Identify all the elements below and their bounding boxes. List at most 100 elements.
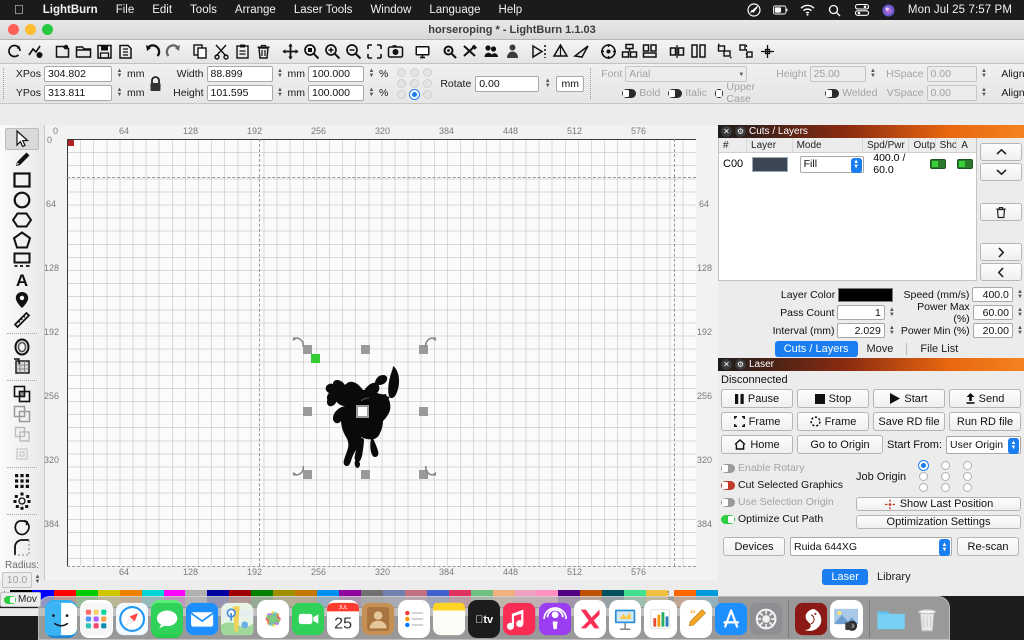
menu-language[interactable]: Language [420,0,489,20]
tab-library[interactable]: Library [868,569,920,585]
menu-edit[interactable]: Edit [143,0,181,20]
import-icon[interactable] [52,41,73,63]
tab-cuts-layers[interactable]: Cuts / Layers [774,341,858,357]
use-selection-origin-checkbox[interactable]: Use Selection Origin [721,496,850,508]
handle-bottom-center[interactable] [361,470,370,479]
open-folder-icon[interactable] [73,41,94,63]
row-spd-pwr[interactable]: 400.0 / 60.0 [869,152,920,176]
zoom-out-icon[interactable] [343,41,364,63]
dock-item-contacts[interactable] [362,600,395,638]
gear-icon[interactable]: ⚙ [735,126,746,137]
rotate-handle-bottom-left[interactable] [291,463,305,477]
boolean-subtract-tool[interactable] [5,404,39,424]
width-percent-input[interactable]: 100.000 [308,66,364,82]
text-height-stepper[interactable]: ▲ ▼ [869,66,878,82]
xpos-stepper[interactable]: ▲ ▼ [115,66,124,82]
cut-icon[interactable] [211,41,232,63]
output-toggle-icon[interactable] [929,159,946,169]
tab-file-list[interactable]: File List [911,341,967,357]
set-origin-icon[interactable] [598,41,619,63]
dock-item-notes[interactable] [432,600,465,638]
stop-button[interactable]: Stop [797,389,869,408]
dock-item-music[interactable] [503,600,536,638]
menu-tools[interactable]: Tools [181,0,226,20]
menubar-clock[interactable]: Mon Jul 25 7:57 PM [908,4,1012,16]
job-origin-bottom-left[interactable] [918,483,928,492]
battery-icon[interactable] [772,3,789,17]
save-icon[interactable] [94,41,115,63]
move-left-button[interactable] [980,263,1022,281]
dock-item-appstore[interactable] [714,600,747,638]
anchor-middle-left[interactable] [397,79,407,88]
menu-help[interactable]: Help [490,0,532,20]
show-toggle-icon[interactable] [957,159,974,169]
align-grid-icon[interactable] [640,41,661,63]
array-tool[interactable] [5,471,39,491]
dock-item-keynote[interactable] [609,600,642,638]
font-select[interactable]: Arial ▼ [625,66,748,82]
close-icon[interactable]: ✕ [721,126,732,137]
menu-window[interactable]: Window [361,0,420,20]
paste-icon[interactable] [232,41,253,63]
dock-item-news[interactable] [573,600,606,638]
frame-circle-button[interactable]: Frame [797,412,869,431]
edit-nodes-tool[interactable] [5,290,39,310]
boolean-difference-tool[interactable] [5,444,39,464]
dock-item-safari[interactable] [115,600,148,638]
tab-laser[interactable]: Laser [822,569,868,585]
fillet-corner-tool[interactable] [5,538,39,558]
anchor-bottom-left[interactable] [397,90,407,99]
pause-button[interactable]: Pause [721,389,793,408]
canvas-grid[interactable] [67,139,696,567]
zoom-in-icon[interactable] [322,41,343,63]
job-origin-middle-right[interactable] [962,472,972,481]
polygon-tool[interactable] [5,210,39,230]
minimize-button[interactable] [25,24,36,35]
text-tool[interactable]: A [5,270,39,290]
row-show[interactable] [951,153,976,175]
tab-move[interactable]: Move [858,341,903,357]
design-canvas[interactable]: 0 64 128 192 256 320 384 448 512 576 0 6… [44,125,718,580]
hspace-input[interactable]: 0.00 [926,66,977,82]
power-min-input[interactable]: 20.00 [972,323,1013,338]
width-stepper[interactable]: ▲ ▼ [276,66,285,82]
enable-rotary-checkbox[interactable]: Enable Rotary [721,462,850,474]
menu-lightburn[interactable]: LightBurn [34,0,107,20]
material-library-icon[interactable] [502,41,523,63]
job-origin-top-right[interactable] [962,461,972,470]
run-rd-file-button[interactable]: Run RD file [949,412,1021,431]
height-input[interactable]: 101.595 [206,85,273,101]
speed-stepper[interactable]: ▲ ▼ [1016,287,1024,303]
anchor-top-center[interactable] [410,68,420,77]
zoom-selection-icon[interactable] [364,41,385,63]
move-status-tag[interactable]: Mov [0,592,41,607]
new-file-icon[interactable] [4,41,25,63]
anchor-middle-center[interactable] [410,79,420,88]
dock-item-reminders[interactable] [397,600,430,638]
handle-top-center[interactable] [361,345,370,354]
ypos-input[interactable]: 313.811 [44,85,112,101]
layer-color-value-swatch[interactable] [838,287,893,302]
checkmark-circle-icon[interactable] [746,3,762,17]
apple-logo-icon[interactable]:  [8,3,34,18]
dock-item-numbers[interactable] [644,600,677,638]
interval-input[interactable]: 2.029 [837,323,885,338]
job-origin-bottom-right[interactable] [962,483,972,492]
delete-layer-button[interactable] [980,203,1022,221]
devices-button[interactable]: Devices [723,537,785,556]
rotate-stepper[interactable]: ▲ ▼ [543,76,552,92]
corner-rect-tool[interactable] [5,250,39,270]
ellipse-tool[interactable] [5,190,39,210]
handle-origin-green[interactable] [311,354,320,363]
optimization-settings-button[interactable]: Optimization Settings [856,515,1021,529]
start-from-select[interactable]: User Origin ▲ ▼ [946,435,1021,454]
mirror-icon[interactable] [571,41,592,63]
rotate-handle-top-left[interactable] [291,336,305,350]
frame-square-button[interactable]: Frame [721,412,793,431]
device-select[interactable]: Ruida 644XG ▲ ▼ [790,537,952,556]
handle-middle-left[interactable] [303,407,312,416]
select-tool[interactable] [5,128,39,150]
xpos-input[interactable]: 304.802 [44,66,112,82]
cuts-layers-table[interactable]: # Layer Mode Spd/Pwr Output Show A C00 F… [718,137,977,281]
vspace-stepper[interactable]: ▲ ▼ [980,85,989,101]
